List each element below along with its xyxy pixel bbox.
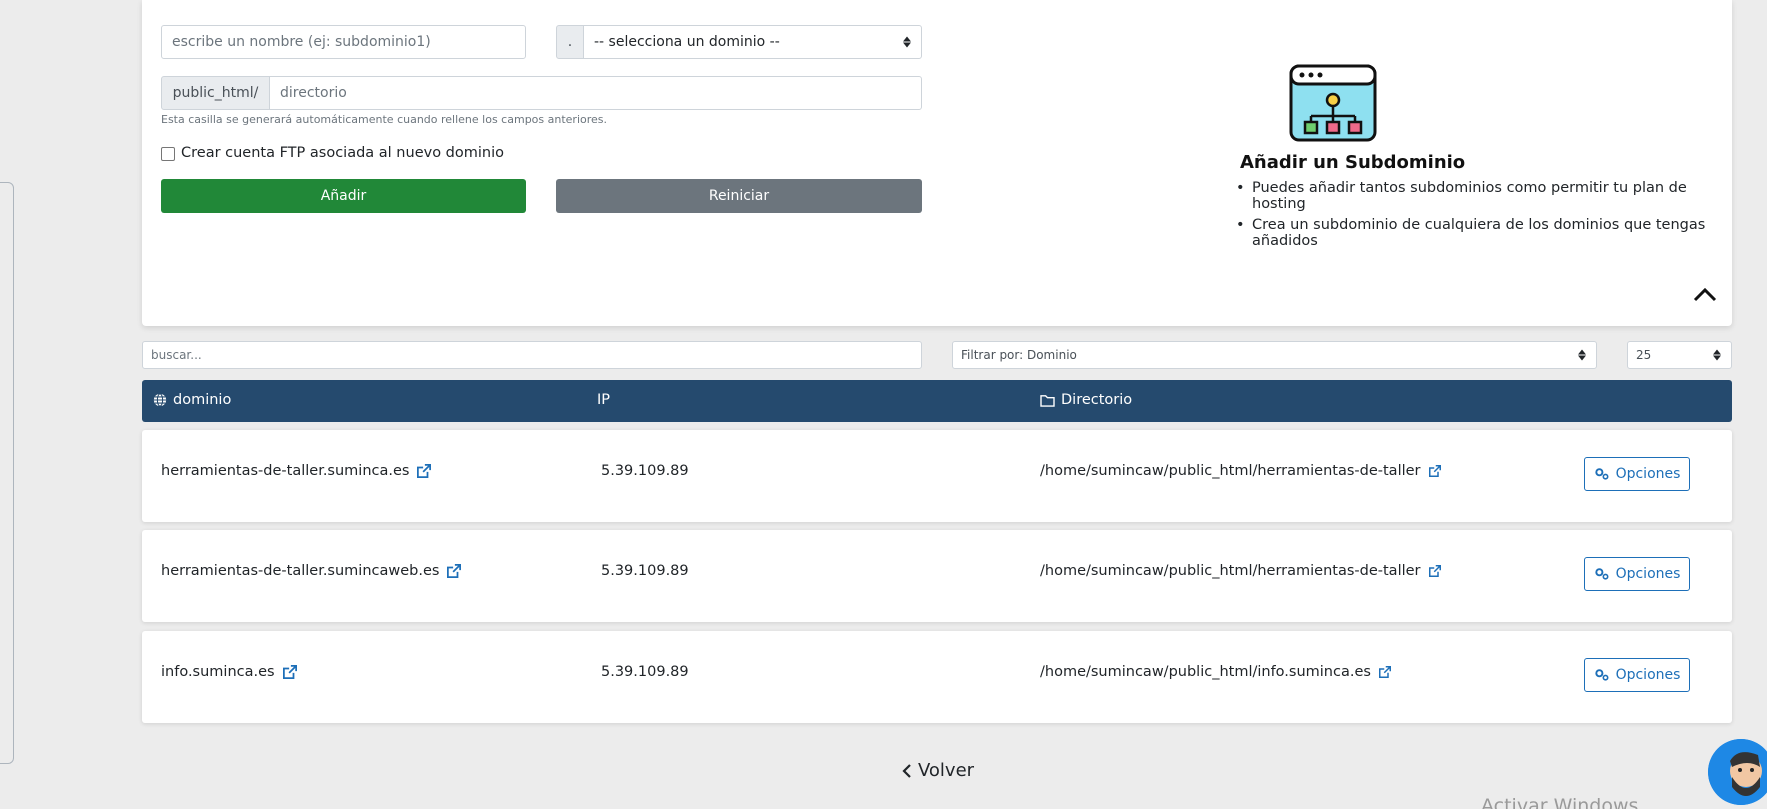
- header-ip-label: IP: [597, 392, 611, 408]
- info-bullet: Puedes añadir tantos subdominios como pe…: [1236, 180, 1732, 212]
- chat-avatar[interactable]: [1708, 739, 1767, 805]
- side-panel: [0, 182, 14, 764]
- page-size-select[interactable]: 25: [1627, 341, 1732, 369]
- header-domain[interactable]: dominio: [153, 392, 231, 408]
- info-title: Añadir un Subdominio: [1240, 152, 1466, 173]
- options-label: Opciones: [1615, 667, 1681, 683]
- cogs-icon: [1594, 669, 1609, 681]
- options-label: Opciones: [1615, 566, 1681, 582]
- row-directory[interactable]: /home/sumincaw/public_html/info.suminca.…: [1040, 664, 1391, 680]
- ftp-checkbox-label[interactable]: Crear cuenta FTP asociada al nuevo domin…: [181, 145, 504, 161]
- row-directory-text[interactable]: /home/sumincaw/public_html/info.suminca.…: [1040, 664, 1371, 680]
- filter-select-value: Filtrar por: Dominio: [961, 348, 1077, 362]
- table-row: herramientas-de-taller.suminca.es 5.39.1…: [142, 430, 1732, 522]
- select-arrows-icon: [1578, 349, 1586, 361]
- directory-hint: Esta casilla se generará automáticamente…: [161, 113, 608, 126]
- row-directory[interactable]: /home/sumincaw/public_html/herramientas-…: [1040, 563, 1441, 579]
- chat-avatar-image: [1708, 739, 1767, 805]
- search-input[interactable]: buscar...: [142, 341, 922, 369]
- header-domain-label: dominio: [173, 392, 232, 408]
- row-directory-text[interactable]: /home/sumincaw/public_html/herramientas-…: [1040, 563, 1421, 579]
- ftp-checkbox[interactable]: [161, 147, 175, 161]
- cogs-icon: [1594, 468, 1609, 480]
- cogs-icon: [1594, 568, 1609, 580]
- row-domain[interactable]: info.suminca.es: [161, 664, 297, 680]
- external-link-icon[interactable]: [447, 564, 462, 578]
- external-link-icon[interactable]: [282, 665, 297, 679]
- back-link[interactable]: Volver: [902, 760, 974, 781]
- windows-activation-watermark: Activar Windows: [1481, 795, 1639, 809]
- reset-button[interactable]: Reiniciar: [556, 179, 922, 213]
- external-link-icon[interactable]: [1378, 666, 1391, 678]
- filter-select[interactable]: Filtrar por: Dominio: [952, 341, 1597, 369]
- row-directory-text[interactable]: /home/sumincaw/public_html/herramientas-…: [1040, 463, 1421, 479]
- page-size-value: 25: [1636, 348, 1652, 362]
- table-row: info.suminca.es 5.39.109.89 /home/suminc…: [142, 631, 1732, 723]
- options-button[interactable]: Opciones: [1584, 557, 1690, 591]
- header-directory[interactable]: Directorio: [1040, 392, 1132, 408]
- chevron-left-icon: [902, 763, 911, 778]
- info-bullet: Crea un subdominio de cualquiera de los …: [1236, 217, 1732, 249]
- row-ip: 5.39.109.89: [601, 463, 689, 479]
- row-domain-text[interactable]: info.suminca.es: [161, 664, 275, 680]
- info-bullet-list: Puedes añadir tantos subdominios como pe…: [1236, 180, 1732, 254]
- domain-select-value: -- selecciona un dominio --: [594, 34, 780, 50]
- subdomain-illustration-icon: [1289, 64, 1377, 142]
- row-ip: 5.39.109.89: [601, 563, 689, 579]
- globe-icon: [153, 393, 167, 407]
- external-link-icon[interactable]: [1428, 565, 1441, 577]
- add-button[interactable]: Añadir: [161, 179, 526, 213]
- directory-input[interactable]: directorio: [269, 76, 922, 110]
- header-directory-label: Directorio: [1061, 392, 1133, 408]
- options-button[interactable]: Opciones: [1584, 457, 1690, 491]
- subdomain-name-input[interactable]: escribe un nombre (ej: subdominio1): [161, 25, 526, 59]
- external-link-icon[interactable]: [417, 464, 432, 478]
- row-domain[interactable]: herramientas-de-taller.sumincaweb.es: [161, 563, 462, 579]
- table-header: dominio IP Directorio: [142, 380, 1732, 422]
- options-label: Opciones: [1615, 466, 1681, 482]
- select-arrows-icon: [1713, 349, 1721, 361]
- chevron-up-icon[interactable]: [1693, 286, 1717, 302]
- public-html-prefix: public_html/: [161, 76, 270, 110]
- select-arrows-icon: [903, 36, 911, 48]
- back-label: Volver: [918, 760, 975, 781]
- row-ip: 5.39.109.89: [601, 664, 689, 680]
- table-row: herramientas-de-taller.sumincaweb.es 5.3…: [142, 530, 1732, 622]
- options-button[interactable]: Opciones: [1584, 658, 1690, 692]
- row-domain[interactable]: herramientas-de-taller.suminca.es: [161, 463, 432, 479]
- header-ip[interactable]: IP: [597, 392, 610, 408]
- domain-select[interactable]: -- selecciona un dominio --: [583, 25, 922, 59]
- folder-icon: [1040, 394, 1055, 407]
- external-link-icon[interactable]: [1428, 465, 1441, 477]
- row-domain-text[interactable]: herramientas-de-taller.sumincaweb.es: [161, 563, 439, 579]
- add-subdomain-card: escribe un nombre (ej: subdominio1) . --…: [142, 0, 1732, 326]
- dot-addon: .: [556, 25, 584, 59]
- row-domain-text[interactable]: herramientas-de-taller.suminca.es: [161, 463, 409, 479]
- row-directory[interactable]: /home/sumincaw/public_html/herramientas-…: [1040, 463, 1441, 479]
